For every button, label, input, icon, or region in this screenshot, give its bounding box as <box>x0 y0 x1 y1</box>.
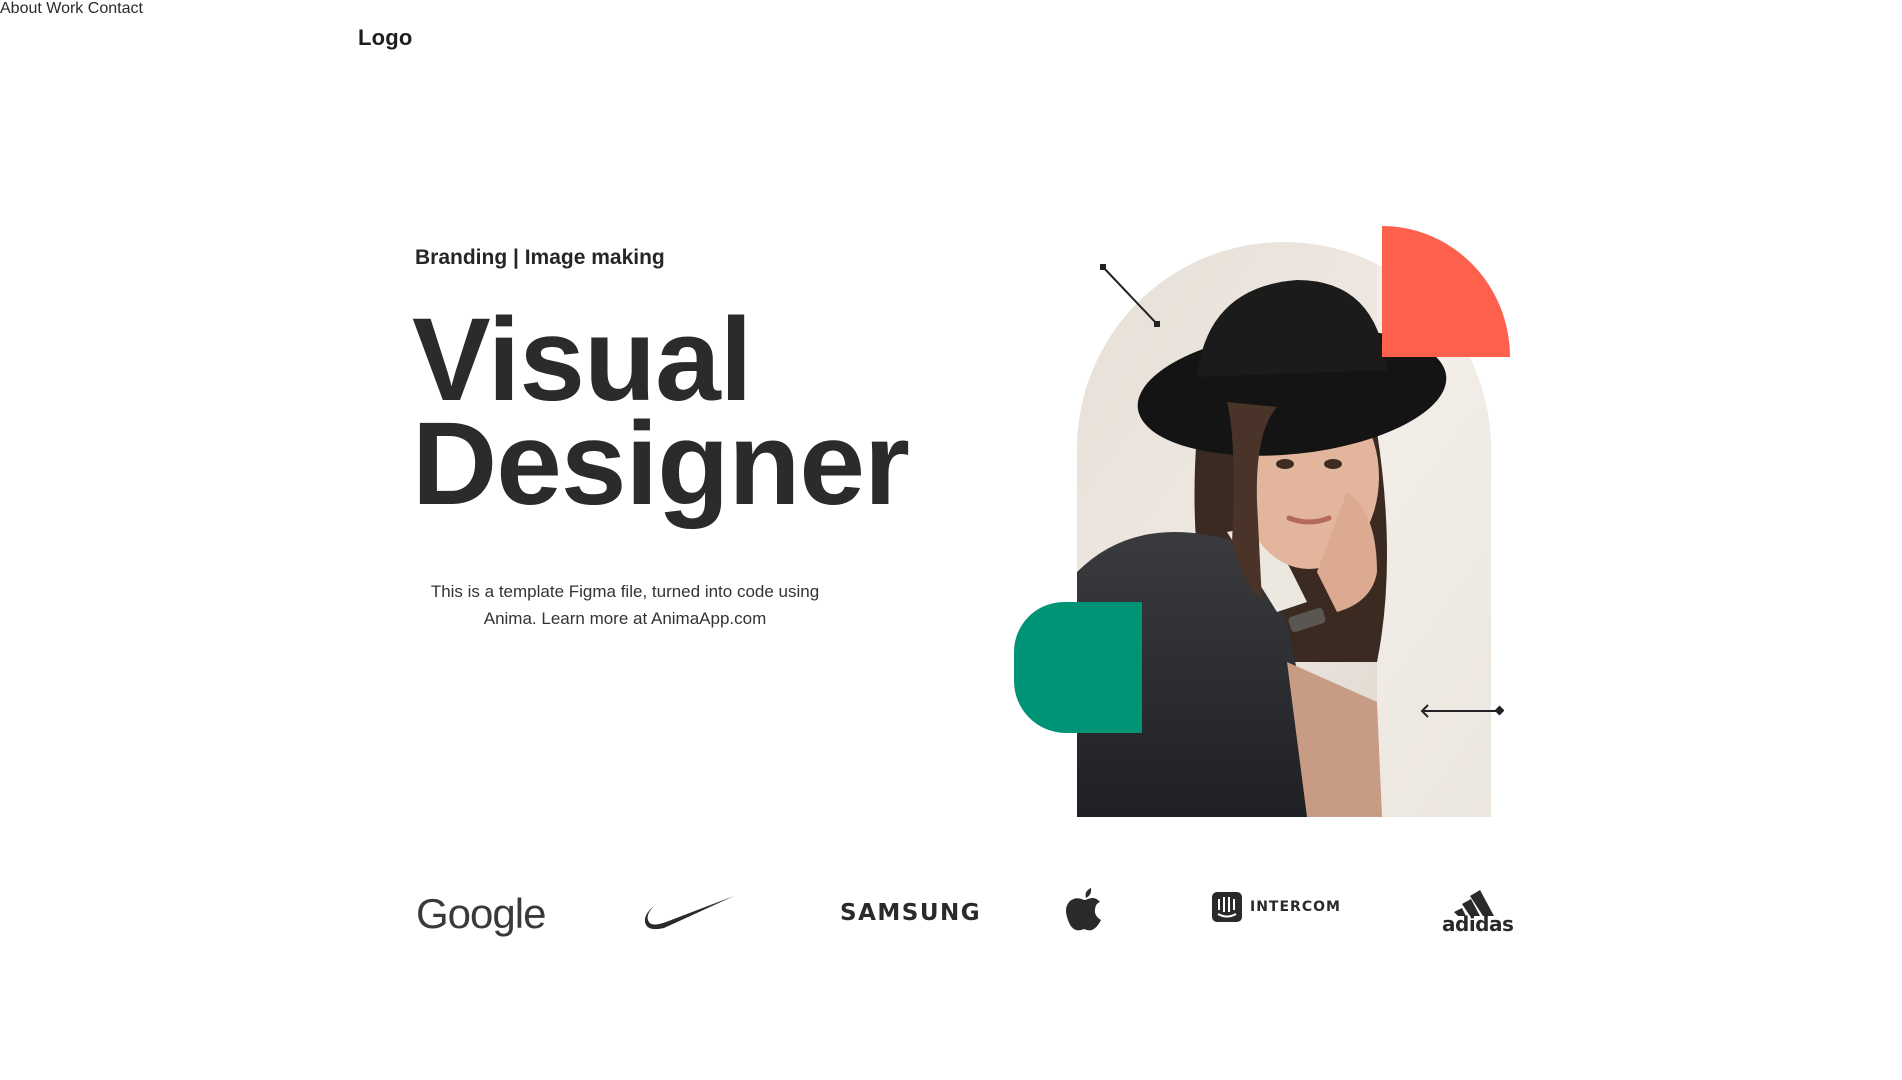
brand-logos: Google SAMSUNG INTERCOM adidas <box>0 870 1902 950</box>
site-header: Logo About Work Contact <box>0 0 1902 80</box>
green-leaf-shape <box>1014 602 1142 733</box>
intercom-wordmark: INTERCOM <box>1250 899 1341 915</box>
adidas-logo: adidas <box>1442 886 1514 936</box>
diagonal-line-decoration <box>1100 264 1160 327</box>
hero-title-line-2: Designer <box>412 398 910 530</box>
apple-logo <box>1064 884 1104 932</box>
hero-title-line-1: Visual <box>412 294 752 426</box>
nav-contact-link[interactable]: Contact <box>88 0 143 17</box>
google-logo: Google <box>416 890 546 937</box>
intercom-logo: INTERCOM <box>1212 892 1341 922</box>
apple-icon <box>1066 888 1101 931</box>
hero-artwork <box>1000 220 1520 817</box>
arrow-line-decoration <box>1420 704 1504 718</box>
coral-quarter-circle <box>1382 226 1510 357</box>
hero-description: This is a template Figma file, turned in… <box>430 582 820 628</box>
samsung-logo: SAMSUNG <box>840 900 982 926</box>
hero-eyebrow: Branding | Image making <box>415 246 665 269</box>
logo-link[interactable]: Logo <box>358 25 413 51</box>
main-nav: About Work Contact <box>0 0 1902 18</box>
nike-swoosh-icon <box>644 896 734 930</box>
nav-work-link[interactable]: Work <box>46 0 83 17</box>
nike-swoosh-logo <box>644 894 736 930</box>
hero-title: Visual Designer <box>412 294 910 530</box>
adidas-wordmark: adidas <box>1442 912 1514 936</box>
nav-about-link[interactable]: About <box>0 0 42 17</box>
intercom-icon <box>1212 892 1242 922</box>
